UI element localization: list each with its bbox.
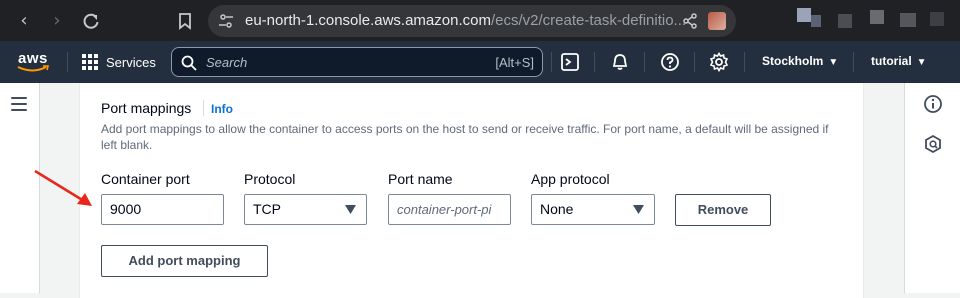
info-divider bbox=[203, 100, 204, 116]
share-icon[interactable] bbox=[682, 13, 698, 29]
search-placeholder: Search bbox=[206, 55, 248, 70]
nav-divider bbox=[694, 52, 695, 72]
feedback-icon[interactable] bbox=[923, 134, 943, 154]
browser-toolbar: ‹ › eu-north-1.console.aws.amazon.com/ec… bbox=[0, 0, 960, 41]
nav-divider bbox=[67, 52, 68, 72]
aws-logo[interactable]: aws bbox=[14, 49, 52, 75]
search-icon bbox=[181, 55, 197, 71]
right-utility-rail bbox=[904, 83, 960, 293]
app-protocol-label: App protocol bbox=[531, 171, 610, 187]
back-icon[interactable]: ‹ bbox=[13, 10, 35, 32]
info-link[interactable]: Info bbox=[211, 102, 233, 116]
services-label: Services bbox=[106, 54, 156, 70]
nav-divider bbox=[744, 52, 745, 72]
region-selector[interactable]: Stockholm ▼ bbox=[762, 54, 838, 68]
app-protocol-select[interactable]: None bbox=[531, 194, 655, 225]
blurred-extension-icon[interactable] bbox=[797, 8, 811, 22]
nav-divider bbox=[551, 52, 552, 72]
url-host: eu-north-1.console.aws.amazon.com bbox=[245, 12, 491, 29]
reload-icon[interactable] bbox=[80, 10, 102, 32]
protocol-label: Protocol bbox=[244, 171, 296, 187]
section-title: Port mappings bbox=[101, 100, 192, 116]
nav-divider bbox=[594, 52, 595, 72]
url-text: eu-north-1.console.aws.amazon.com/ecs/v2… bbox=[245, 12, 686, 29]
caret-down-icon: ▼ bbox=[916, 57, 927, 68]
info-icon[interactable] bbox=[923, 94, 943, 114]
extension-icon[interactable] bbox=[708, 12, 726, 30]
blurred-extension-icon[interactable] bbox=[838, 14, 852, 28]
help-icon[interactable] bbox=[660, 52, 680, 72]
port-name-input[interactable]: container-port-pi bbox=[388, 194, 511, 225]
search-shortcut: [Alt+S] bbox=[495, 55, 534, 70]
blurred-extension-icon[interactable] bbox=[870, 10, 884, 24]
blurred-extension-icon[interactable] bbox=[930, 12, 944, 26]
bookmark-icon[interactable] bbox=[175, 11, 195, 31]
forward-icon[interactable]: › bbox=[46, 10, 68, 32]
port-name-label: Port name bbox=[388, 171, 453, 187]
caret-down-icon bbox=[633, 205, 644, 214]
menu-icon[interactable] bbox=[11, 97, 27, 111]
nav-divider bbox=[853, 52, 854, 72]
annotation-arrow bbox=[34, 169, 92, 206]
region-label: Stockholm bbox=[762, 54, 824, 68]
search-input[interactable]: Search [Alt+S] bbox=[171, 47, 543, 77]
aws-top-navigation: aws Services Search [Alt+S] Stockholm ▼ … bbox=[0, 41, 960, 83]
container-port-label: Container port bbox=[101, 171, 190, 187]
url-path: /ecs/v2/create-task-definitio... bbox=[490, 12, 687, 29]
caret-down-icon: ▼ bbox=[828, 57, 839, 68]
container-port-input[interactable]: 9000 bbox=[101, 194, 224, 225]
aws-smile-icon bbox=[17, 65, 50, 72]
caret-down-icon bbox=[345, 205, 356, 214]
blurred-extension-icon bbox=[811, 15, 821, 27]
section-description: Add port mappings to allow the container… bbox=[101, 122, 829, 152]
cloudshell-icon[interactable] bbox=[560, 52, 580, 72]
add-port-mapping-button[interactable]: Add port mapping bbox=[101, 245, 268, 277]
protocol-select[interactable]: TCP bbox=[244, 194, 367, 225]
app-protocol-value: None bbox=[540, 201, 574, 217]
nav-divider bbox=[644, 52, 645, 72]
remove-button[interactable]: Remove bbox=[675, 194, 771, 226]
account-label: tutorial bbox=[871, 54, 912, 68]
blurred-extension-icon[interactable] bbox=[900, 13, 916, 27]
services-grid-icon bbox=[82, 54, 98, 70]
bell-icon[interactable] bbox=[610, 52, 630, 72]
port-mappings-panel: Port mappings Info Add port mappings to … bbox=[79, 83, 864, 298]
account-menu[interactable]: tutorial ▼ bbox=[871, 54, 927, 68]
site-settings-icon[interactable] bbox=[218, 13, 234, 29]
address-bar[interactable]: eu-north-1.console.aws.amazon.com/ecs/v2… bbox=[208, 5, 736, 37]
services-button[interactable]: Services bbox=[82, 50, 156, 74]
protocol-value: TCP bbox=[253, 201, 281, 217]
settings-icon[interactable] bbox=[709, 52, 729, 72]
